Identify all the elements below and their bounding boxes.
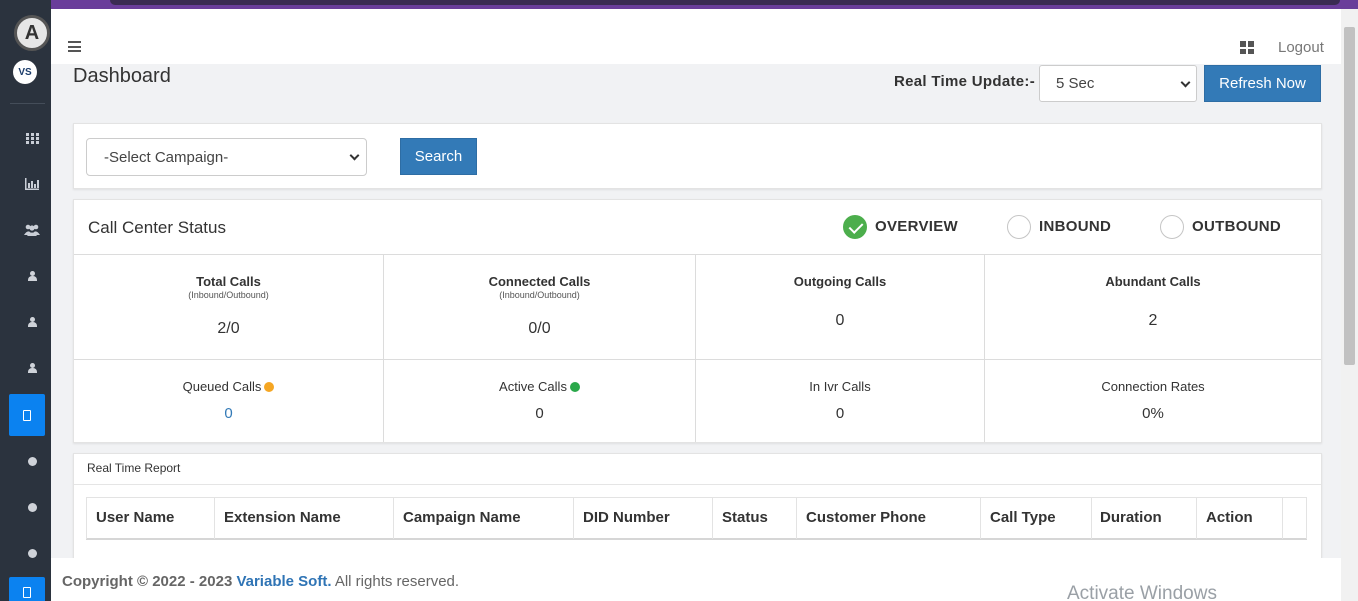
column-header-did-number[interactable]: DID Number [583,509,670,526]
copyright-years: Copyright © 2022 - 2023 [62,573,233,590]
divider [74,359,1321,360]
divider [74,484,1321,485]
stat-abundant-calls: Abundant Calls 2 [985,274,1321,330]
sidebar-divider [10,103,45,104]
stat-value: 0/0 [528,320,551,337]
stat-title: In Ivr Calls [809,379,871,394]
stat-active-calls: Active Calls 0 [384,379,695,422]
logout-link[interactable]: Logout [1278,39,1324,56]
campaign-select-value: -Select Campaign- [104,148,229,166]
brand-link[interactable]: Variable Soft. [236,573,331,590]
page-title: Dashboard [73,65,171,87]
mobile-icon[interactable] [9,577,45,601]
stat-value: 2 [1148,312,1158,329]
stat-value: 0 [835,405,845,422]
stat-value: 0% [1142,405,1164,422]
column-header-duration[interactable]: Duration [1100,509,1162,526]
real-time-report-title: Real Time Report [87,461,181,475]
queued-status-dot-icon [264,382,275,392]
dashboard-grid-icon[interactable] [14,120,50,156]
divider [74,254,1321,255]
circle-icon[interactable] [14,489,50,525]
column-header-campaign-name[interactable]: Campaign Name [403,509,521,526]
column-header-user-name[interactable]: User Name [96,509,174,526]
stat-value: 0 [835,312,845,329]
search-button[interactable]: Search [400,138,477,175]
stat-title: Queued Calls [182,379,262,394]
top-strip [0,0,1358,9]
scrollbar-thumb[interactable] [1344,27,1355,365]
call-center-status-title: Call Center Status [88,218,226,237]
stat-value[interactable]: 0 [74,405,383,422]
menu-toggle-icon[interactable] [68,41,81,52]
app-logo[interactable]: A [14,15,50,51]
inbound-radio[interactable] [1007,215,1031,239]
rights-text: All rights reserved. [334,573,460,590]
inbound-label: INBOUND [1039,218,1112,235]
stat-subtitle: (Inbound/Outbound) [188,290,269,300]
outbound-radio[interactable] [1160,215,1184,239]
user-icon[interactable] [14,258,50,294]
active-status-dot-icon [569,382,580,392]
stat-ivr-calls: In Ivr Calls 0 [696,379,984,422]
sidebar: A VS [0,0,51,601]
stat-title: Total Calls [196,274,261,289]
column-header-customer-phone[interactable]: Customer Phone [806,509,926,526]
overview-radio[interactable] [843,215,867,239]
copyright-text: Copyright © 2022 - 2023 Variable Soft. A… [62,573,459,590]
stat-connected-calls: Connected Calls (Inbound/Outbound) 0/0 [384,274,695,338]
stat-title: Connected Calls [488,274,591,289]
stat-connection-rates: Connection Rates 0% [985,379,1321,422]
stat-outgoing-calls: Outgoing Calls 0 [696,274,984,330]
column-header-extension-name[interactable]: Extension Name [224,509,341,526]
stat-title: Connection Rates [1101,379,1205,394]
activate-windows-watermark: Activate Windows [1067,583,1217,601]
outbound-label: OUTBOUND [1192,218,1282,235]
column-header-status[interactable]: Status [722,509,768,526]
column-header-call-type[interactable]: Call Type [990,509,1056,526]
circle-icon[interactable] [14,443,50,479]
users-group-icon[interactable] [14,212,50,248]
campaign-select[interactable]: -Select Campaign- [86,138,367,176]
chevron-down-icon [1180,77,1191,88]
apps-grid-icon[interactable] [1240,41,1254,54]
stat-subtitle: (Inbound/Outbound) [499,290,580,300]
column-header-action[interactable]: Action [1206,509,1253,526]
brand-logo: VS [13,60,37,84]
circle-icon[interactable] [14,535,50,571]
stat-total-calls: Total Calls (Inbound/Outbound) 2/0 [74,274,383,338]
chevron-down-icon [349,150,360,161]
user-icon[interactable] [14,350,50,386]
reports-chart-icon[interactable] [14,166,50,202]
top-header: Logout [51,9,1341,64]
stat-value: 0 [535,405,544,422]
refresh-now-button[interactable]: Refresh Now [1204,65,1321,102]
stat-title: Outgoing Calls [793,274,887,289]
real-time-interval-select[interactable]: 5 Sec [1039,65,1197,102]
overview-label: OVERVIEW [875,218,958,235]
real-time-interval-value: 5 Sec [1056,75,1095,92]
user-icon[interactable] [14,304,50,340]
stat-title: Active Calls [499,379,567,394]
mobile-icon[interactable] [9,394,45,436]
stat-queued-calls: Queued Calls 0 [74,379,383,422]
stat-value: 2/0 [217,320,240,337]
real-time-update-label: Real Time Update:- [894,73,1035,90]
vertical-scrollbar[interactable] [1341,9,1358,601]
stat-title: Abundant Calls [1105,274,1201,289]
